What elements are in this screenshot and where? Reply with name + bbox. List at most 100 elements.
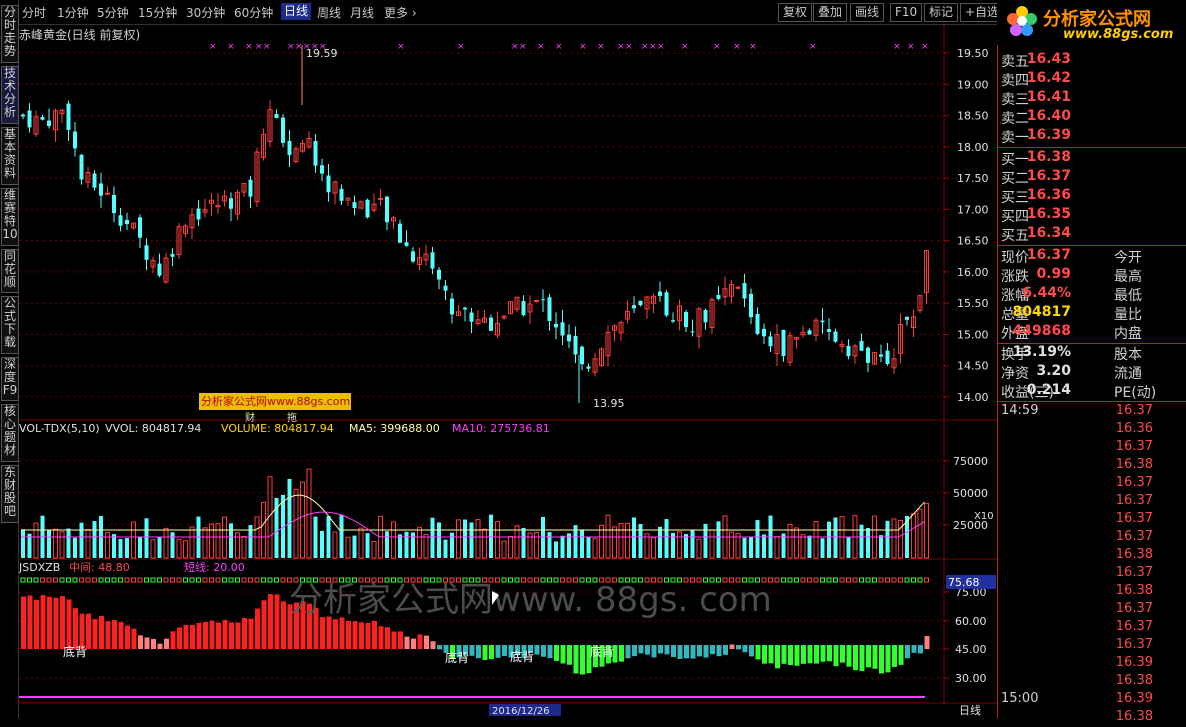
side-tab-guba[interactable]: 东财股吧 [1, 465, 19, 523]
tab-more[interactable]: 更多 › [384, 4, 417, 21]
side-tab-intraday[interactable]: 分时走势 [1, 5, 19, 63]
tick-row: 15:00 16.39 [998, 691, 1186, 709]
f10-button[interactable]: F10 [890, 3, 923, 22]
quote-label-2: 量比 [1114, 307, 1142, 323]
site-logo: 分析家公式网 www.88gs.com [997, 0, 1186, 45]
svg-text:×: × [713, 42, 721, 52]
ind-axis-tick: 60.00 [955, 615, 987, 628]
tick-row: 16.37 [998, 637, 1186, 655]
draw-line-button[interactable]: 画线 [850, 3, 885, 22]
tick-price: 16.37 [1115, 475, 1153, 490]
svg-text:×: × [641, 42, 649, 52]
low-price-label: 13.95 [593, 397, 625, 410]
svg-text:×: × [681, 42, 689, 52]
tick-row: 16.37 [998, 601, 1186, 619]
tab-daily[interactable]: 日线 [281, 3, 312, 20]
ind-current-value: 75.68 [948, 576, 980, 589]
tick-row: 16.37 [998, 475, 1186, 493]
svg-text:×: × [227, 42, 235, 52]
stat-row: 涨幅 6.44% 最低 [998, 285, 1186, 304]
logo-url: www.88gs.com [1063, 27, 1174, 42]
svg-text:×: × [457, 42, 465, 52]
side-tab-formula-download[interactable]: 公式下载 [1, 296, 19, 354]
bid-row: 买三 16.36 [998, 187, 1186, 206]
tab-60min[interactable]: 60分钟 [234, 4, 273, 21]
quote-value: 16.41 [1026, 89, 1071, 105]
ind-mid-value: 中间: 48.80 [69, 561, 130, 574]
tick-row: 16.38 [998, 583, 1186, 601]
svg-text:×: × [579, 42, 587, 52]
side-tab-core-theme[interactable]: 核心题材 [1, 404, 19, 462]
vol-ma5-value: MA5: 399688.00 [349, 422, 440, 435]
side-tab-depth-f9[interactable]: 深度F9 [1, 357, 19, 401]
tab-1min[interactable]: 1分钟 [57, 4, 89, 21]
quote-label: 涨跌 [1001, 269, 1029, 285]
tick-row: 16.37 [998, 511, 1186, 529]
ask-row: 卖一 16.39 [998, 127, 1186, 146]
ind-axis-tick: 30.00 [955, 672, 987, 685]
overlay-button[interactable]: 叠加 [813, 3, 848, 22]
add-watchlist-button[interactable]: +自选 [960, 3, 998, 22]
price-axis-tick: 18.00 [957, 141, 989, 154]
chart-title: 赤峰黄金(日线 前复权) [19, 27, 140, 42]
svg-text:×: × [649, 42, 657, 52]
tab-5min[interactable]: 5分钟 [97, 4, 129, 21]
tick-price: 16.38 [1115, 709, 1153, 724]
svg-text:×: × [263, 42, 271, 52]
tick-row: 16.39 [998, 655, 1186, 673]
svg-text:×: × [657, 42, 665, 52]
svg-text:×: × [519, 42, 527, 52]
svg-text:×: × [537, 42, 545, 52]
side-tab-bar: 分时走势 技术分析 基本资料 维赛特10 同花顺 公式下载 深度F9 核心题材 … [0, 0, 19, 718]
restore-rights-button[interactable]: 复权 [778, 3, 813, 22]
svg-text:×: × [921, 42, 929, 52]
candles-group [21, 100, 929, 377]
tab-15min[interactable]: 15分钟 [138, 4, 177, 21]
quote-value: 0.99 [1036, 266, 1071, 282]
side-tab-weisaite[interactable]: 维赛特10 [1, 188, 19, 246]
tick-row: 16.38 [998, 457, 1186, 475]
quote-value: 13.19% [1012, 344, 1071, 360]
tab-30min[interactable]: 30分钟 [186, 4, 225, 21]
stat-row: 现价 16.37 今开 [998, 247, 1186, 266]
svg-text:×: × [809, 42, 817, 52]
price-axis-tick: 18.50 [957, 110, 989, 123]
price-axis-tick: 14.50 [957, 360, 989, 373]
ind-short-value: 短线: 20.00 [184, 560, 245, 574]
tick-row: 16.37 [998, 493, 1186, 511]
vol-volume-value: VOLUME: 804817.94 [221, 422, 334, 435]
side-tab-tonghuashun[interactable]: 同花顺 [1, 249, 19, 293]
tick-price: 16.39 [1115, 655, 1153, 670]
side-tab-technical[interactable]: 技术分析 [1, 66, 19, 124]
svg-text:×: × [597, 42, 605, 52]
price-axis-tick: 16.50 [957, 235, 989, 248]
vol-vvol-value: VVOL: 804817.94 [105, 422, 201, 435]
price-axis-tick: 16.00 [957, 266, 989, 279]
divergence-label-4: 底背 [590, 644, 614, 659]
mark-button[interactable]: 标记 [924, 3, 959, 22]
quote-label: 买三 [1001, 190, 1029, 206]
quote-value: 16.37 [1026, 168, 1071, 184]
tick-price: 16.38 [1115, 673, 1153, 688]
svg-text:×: × [255, 42, 263, 52]
price-axis-tick: 15.50 [957, 297, 989, 310]
quote-label-2: 内盘 [1114, 326, 1142, 342]
vol-unit-label: X10 [974, 511, 994, 522]
volume-bars-group [21, 468, 929, 559]
chart-area[interactable]: × × × × × × × × × × × × × × × × × × × × × × × × × × × × × × × 赤峰黄金(日线 … [19, 25, 997, 718]
tab-intraday[interactable]: 分时 [22, 4, 46, 21]
kline-svg[interactable]: × × × × × × × × × × × × × × × × × × × × × × × × × × × × × × × 赤峰黄金(日线 … [19, 25, 997, 718]
tab-monthly[interactable]: 月线 [350, 4, 374, 21]
tick-price: 16.38 [1115, 547, 1153, 562]
quote-label: 买一 [1001, 152, 1029, 168]
watermark-big: 分析家公式网www. 88gs. com [289, 580, 772, 620]
side-tab-fundamentals[interactable]: 基本资料 [1, 127, 19, 185]
quote-label: 净资 [1001, 366, 1029, 382]
tab-weekly[interactable]: 周线 [317, 4, 341, 21]
quote-label: 卖四 [1001, 73, 1029, 89]
flower-logo-icon [1005, 4, 1039, 38]
quote-label-2: 最低 [1114, 288, 1142, 304]
date-cursor-box: 2016/12/26 [492, 706, 550, 717]
quote-value: 16.42 [1026, 70, 1071, 86]
svg-text:×: × [397, 42, 405, 52]
